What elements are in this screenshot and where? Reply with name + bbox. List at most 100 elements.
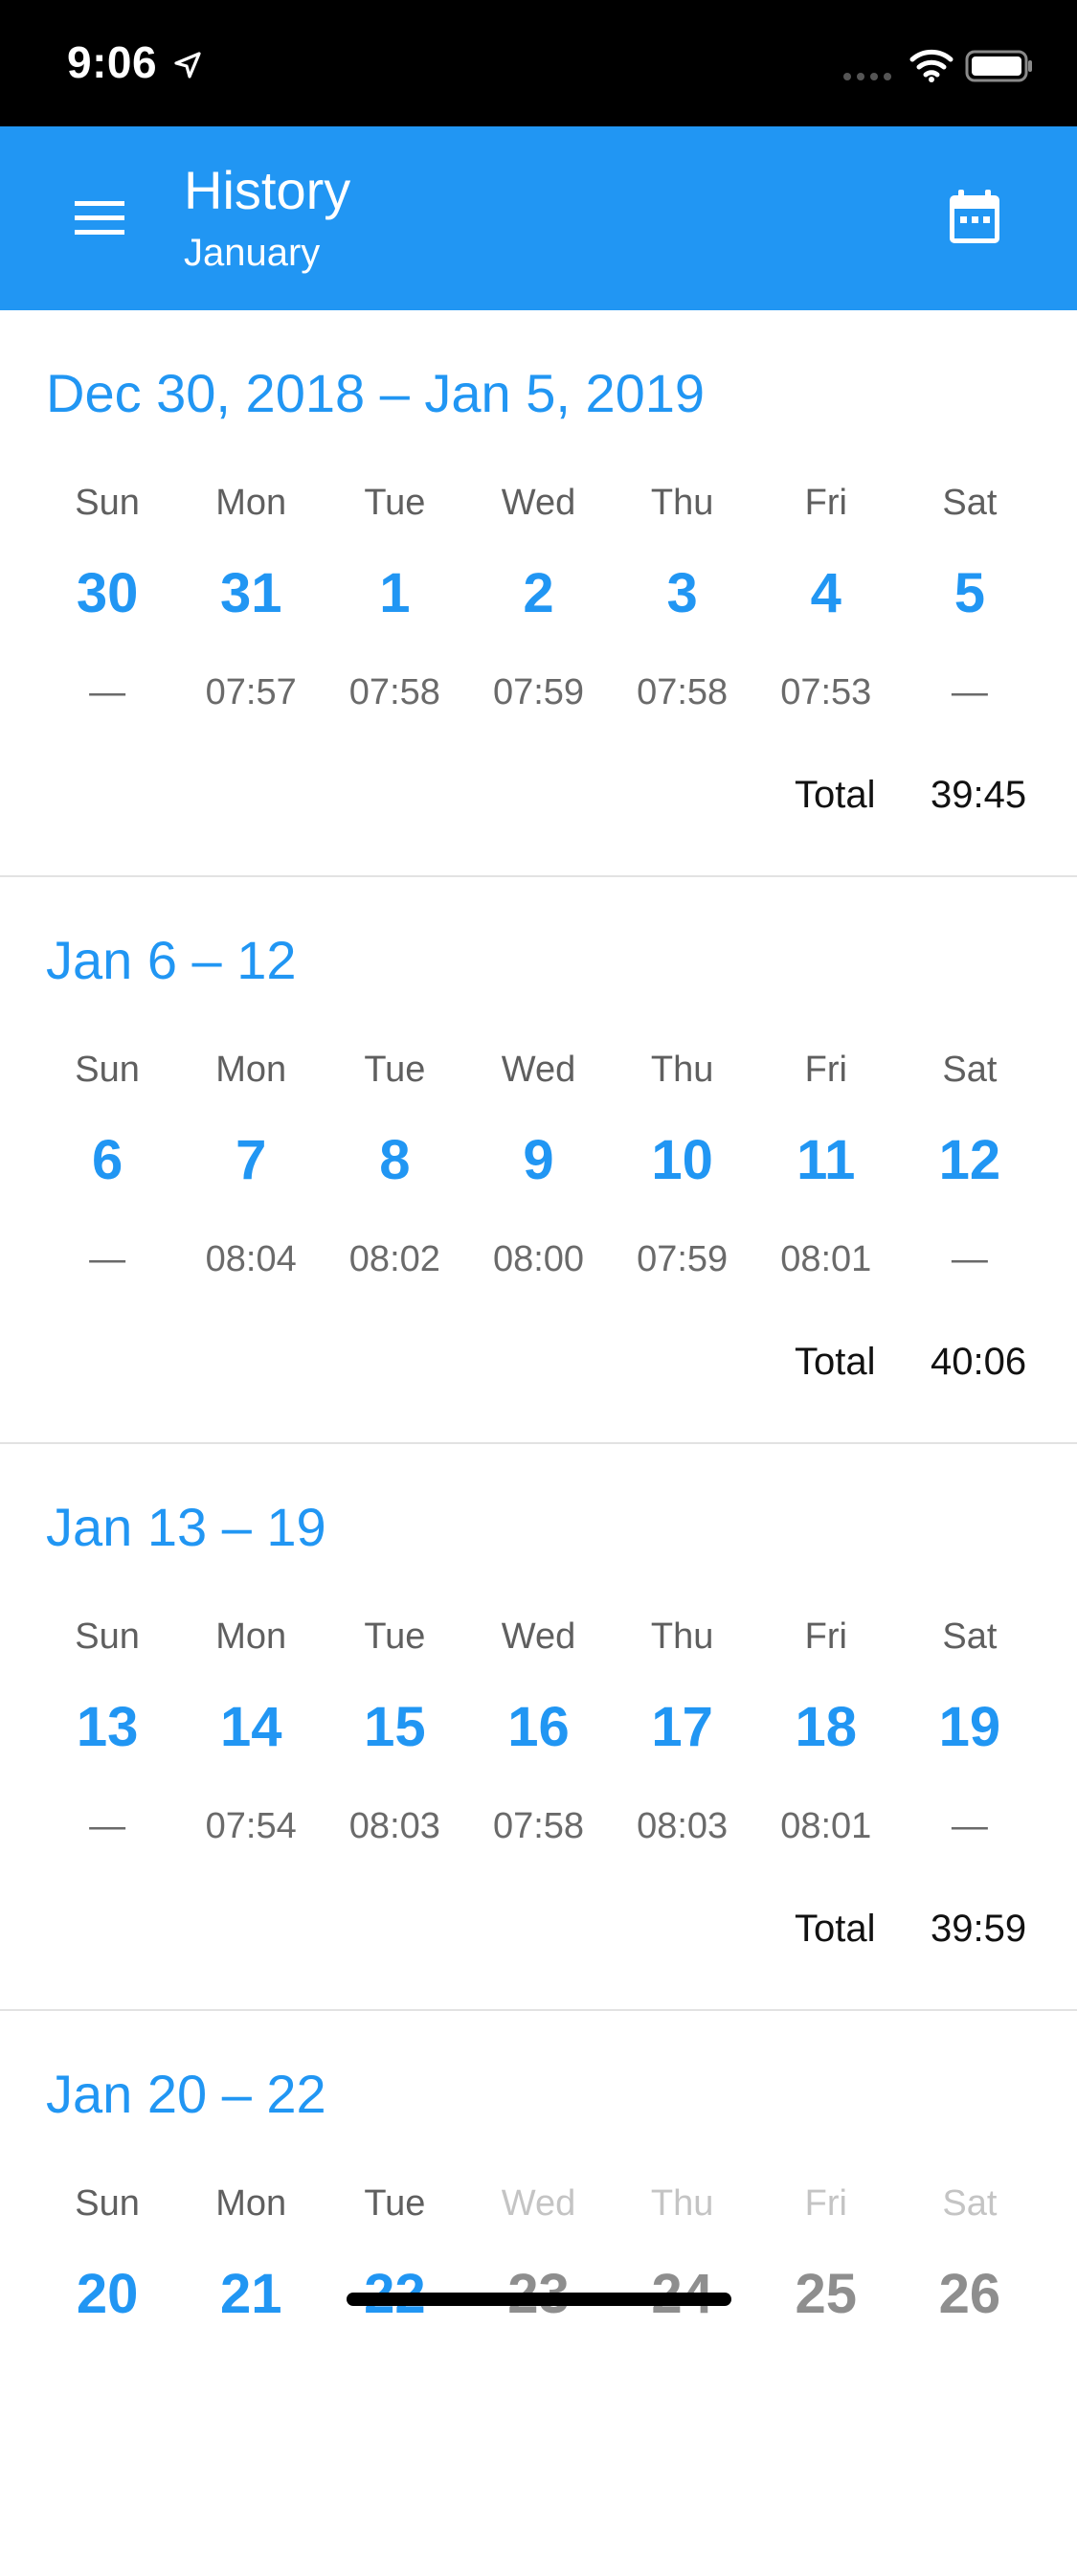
day-hours-value: 08:03 <box>637 1806 729 1846</box>
day-numbers-row: 30 31 1 2 3 4 5 <box>0 561 1077 625</box>
day-number[interactable]: 30 <box>77 562 139 624</box>
day-number[interactable]: 1 <box>379 562 410 624</box>
day-name-label: Mon <box>215 483 287 523</box>
total-label: Total <box>795 1341 876 1383</box>
day-number[interactable]: 18 <box>796 1696 858 1758</box>
day-hours-row: — 08:04 08:02 08:00 07:59 08:01 — <box>0 1239 1077 1280</box>
total-label: Total <box>795 1908 876 1950</box>
day-name-label: Tue <box>364 2183 426 2224</box>
day-number[interactable]: 3 <box>667 562 698 624</box>
location-arrow-icon <box>174 52 201 79</box>
day-name-label: Sun <box>75 1050 140 1090</box>
day-number[interactable]: 20 <box>77 2263 139 2325</box>
day-number[interactable]: 10 <box>651 1129 713 1191</box>
history-list: Dec 30, 2018 – Jan 5, 2019 Sun Mon Tue Wed T… <box>0 310 1077 2576</box>
signal-icon <box>843 73 891 80</box>
day-number[interactable]: 8 <box>379 1129 410 1191</box>
day-name-label: Mon <box>215 1050 287 1090</box>
day-hours-value: 07:58 <box>492 1806 585 1846</box>
day-hours-value: — <box>89 672 126 712</box>
day-hours-value: — <box>89 1806 126 1846</box>
day-name-label: Wed <box>501 1050 576 1090</box>
day-numbers-row: 13 14 15 16 17 18 19 <box>0 1695 1077 1759</box>
day-number[interactable]: 12 <box>939 1129 1001 1191</box>
week-range-title: Jan 6 – 12 <box>46 930 297 990</box>
day-hours-value: — <box>951 1806 988 1846</box>
total-value: 39:45 <box>931 774 1027 816</box>
day-name-label: Sun <box>75 2183 140 2224</box>
day-names-row: Sun Mon Tue Wed Thu Fri Sat <box>0 483 1077 524</box>
day-name-label: Tue <box>364 483 426 523</box>
week-card: Dec 30, 2018 – Jan 5, 2019 Sun Mon Tue Wed T… <box>0 310 1077 877</box>
calendar-icon[interactable] <box>946 188 1003 247</box>
day-number[interactable]: 31 <box>220 562 282 624</box>
day-number: 26 <box>938 2263 1001 2325</box>
day-hours-value: 07:53 <box>780 672 872 712</box>
day-names-row: Sun Mon Tue Wed Thu Fri Sat <box>0 1616 1077 1658</box>
day-hours-value: 08:02 <box>348 1239 440 1279</box>
day-name-label: Sat <box>942 1050 998 1090</box>
day-number[interactable]: 21 <box>220 2263 282 2325</box>
day-name-label: Sat <box>942 2183 998 2224</box>
day-hours-value: 07:58 <box>348 672 440 712</box>
day-name-label: Sun <box>75 483 140 523</box>
day-hours-value: 08:01 <box>780 1239 872 1279</box>
week-range-title: Dec 30, 2018 – Jan 5, 2019 <box>46 363 706 423</box>
day-name-label: Thu <box>650 1050 714 1090</box>
total-value: 40:06 <box>931 1341 1027 1383</box>
day-number[interactable]: 16 <box>507 1696 570 1758</box>
week-card: Jan 13 – 19 Sun Mon Tue Wed Thu Fri Sat 13 14 15… <box>0 1444 1077 2011</box>
day-name-label: Tue <box>364 1050 426 1090</box>
total-value: 39:59 <box>931 1908 1027 1950</box>
day-name-label: Wed <box>501 1616 576 1657</box>
day-number[interactable]: 6 <box>92 1129 123 1191</box>
day-number[interactable]: 9 <box>523 1129 553 1191</box>
day-name-label: Sun <box>75 1616 140 1657</box>
day-hours-row: — 07:57 07:58 07:59 07:58 07:53 — <box>0 672 1077 713</box>
day-hours-row: — 07:54 08:03 07:58 08:03 08:01 — <box>0 1806 1077 1847</box>
day-name-label: Thu <box>650 483 714 523</box>
day-number[interactable]: 19 <box>939 1696 1001 1758</box>
day-name-label: Thu <box>650 1616 714 1657</box>
day-hours-value: 08:03 <box>348 1806 440 1846</box>
day-number[interactable]: 14 <box>220 1696 282 1758</box>
day-name-label: Mon <box>215 1616 287 1657</box>
day-name-label: Wed <box>501 2183 576 2224</box>
day-hours-value: — <box>89 1239 126 1279</box>
day-name-label: Fri <box>804 1050 847 1090</box>
day-name-label: Fri <box>804 483 847 523</box>
day-hours-value: 07:54 <box>205 1806 297 1846</box>
status-time: 9:06 <box>67 37 158 87</box>
day-number[interactable]: 4 <box>811 562 841 624</box>
day-hours-value: 07:59 <box>637 1239 729 1279</box>
day-number: 25 <box>795 2263 858 2325</box>
day-number[interactable]: 17 <box>651 1696 713 1758</box>
day-name-label: Mon <box>215 2183 287 2224</box>
day-name-label: Thu <box>650 2183 714 2224</box>
day-number[interactable]: 2 <box>523 562 553 624</box>
day-hours-value: — <box>951 1239 988 1279</box>
week-card: Jan 6 – 12 Sun Mon Tue Wed Thu Fri Sat 6 7 8 9 10 1… <box>0 877 1077 1444</box>
battery-icon <box>965 50 1032 82</box>
home-indicator <box>347 2293 731 2306</box>
day-hours-value: 08:04 <box>205 1239 297 1279</box>
total-label: Total <box>795 774 876 816</box>
day-hours-value: 07:57 <box>205 672 297 712</box>
day-numbers-row: 6 7 8 9 10 11 12 <box>0 1128 1077 1192</box>
week-range-title: Jan 13 – 19 <box>46 1497 326 1557</box>
day-name-label: Tue <box>364 1616 426 1657</box>
day-name-label: Sat <box>942 483 998 523</box>
day-number[interactable]: 15 <box>364 1696 426 1758</box>
day-name-label: Fri <box>804 2183 847 2224</box>
day-number[interactable]: 11 <box>797 1129 855 1191</box>
day-number[interactable]: 5 <box>954 562 985 624</box>
day-number[interactable]: 7 <box>236 1129 266 1191</box>
day-hours-value: 08:01 <box>780 1806 872 1846</box>
day-hours-value: 08:00 <box>492 1239 585 1279</box>
day-names-row: Sun Mon Tue Wed Thu Fri Sat <box>0 2183 1077 2225</box>
day-number[interactable]: 13 <box>77 1696 139 1758</box>
menu-icon[interactable] <box>73 197 126 239</box>
day-name-label: Fri <box>804 1616 847 1657</box>
day-names-row: Sun Mon Tue Wed Thu Fri Sat <box>0 1050 1077 1091</box>
day-hours-value: — <box>951 672 988 712</box>
